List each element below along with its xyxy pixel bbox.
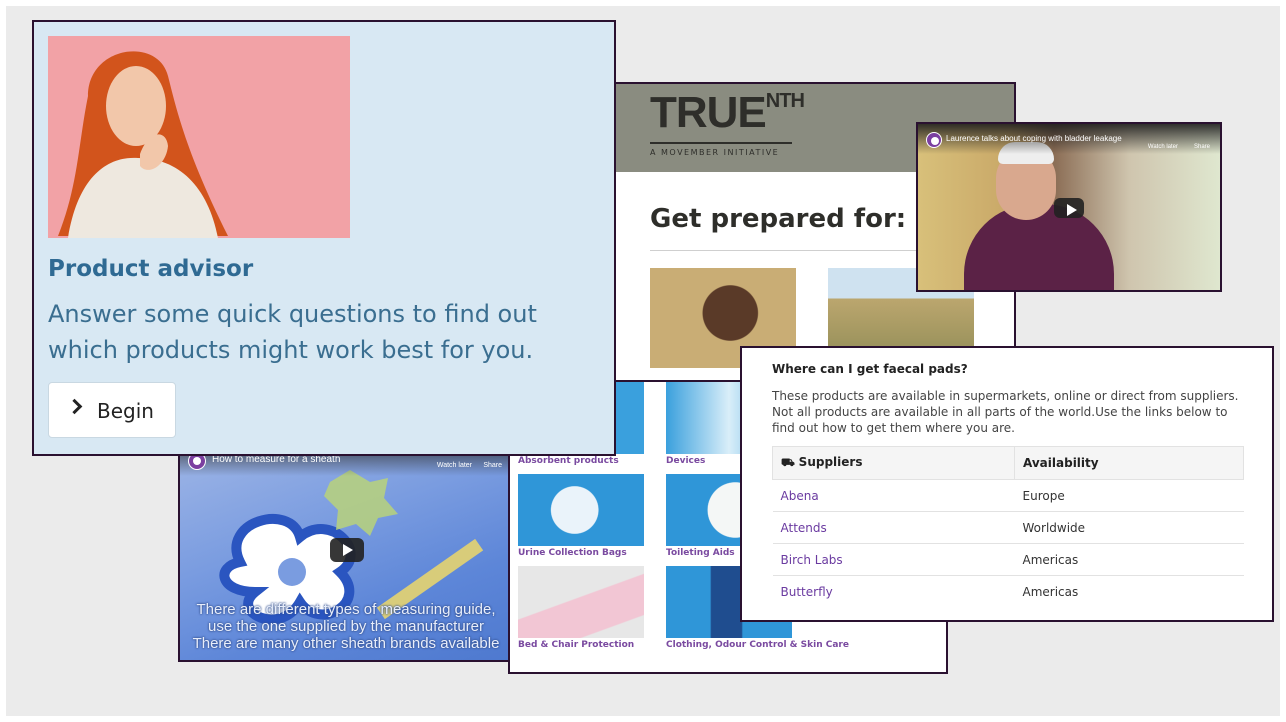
availability-cell: Americas: [1014, 575, 1244, 607]
supplier-link-attends[interactable]: Attends: [772, 511, 1015, 544]
availability-column-header: Availability: [1014, 446, 1244, 480]
laurence-video-titlebar: Laurence talks about coping with bladder…: [918, 124, 1220, 154]
begin-button[interactable]: Begin: [48, 382, 176, 438]
watch-later-label[interactable]: Watch later: [1148, 144, 1178, 150]
truenth-tagline: A MOVEMBER INITIATIVE: [650, 148, 780, 157]
category-bed-chair-protection[interactable]: Bed & Chair Protection: [518, 566, 644, 651]
category-label[interactable]: Bed & Chair Protection: [518, 640, 644, 651]
begin-button-label[interactable]: Begin: [97, 399, 154, 423]
category-image: [518, 474, 644, 546]
channel-avatar-icon[interactable]: [926, 132, 942, 148]
advisor-title: Product advisor: [48, 256, 254, 282]
availability-cell: Americas: [1014, 543, 1244, 576]
truenth-logo[interactable]: TRUENTH: [650, 88, 805, 138]
product-advisor-card: Product advisor Answer some quick questi…: [32, 20, 616, 456]
faecal-pads-panel: Where can I get faecal pads? These produ…: [740, 346, 1274, 622]
table-row: Attends Worldwide: [772, 511, 1244, 544]
laurence-video-title[interactable]: Laurence talks about coping with bladder…: [946, 134, 1122, 143]
category-label[interactable]: Absorbent products: [518, 456, 644, 467]
video-caption: There are different types of measuring g…: [180, 601, 512, 652]
supplier-link-abena[interactable]: Abena: [772, 479, 1015, 512]
logo-rule: [650, 142, 792, 144]
pads-paragraph: These products are available in supermar…: [772, 389, 1239, 435]
category-label[interactable]: Urine Collection Bags: [518, 548, 644, 559]
chevron-right-icon: [66, 398, 83, 415]
table-row: Abena Europe: [772, 479, 1244, 512]
truck-icon: ⛟: [781, 456, 799, 469]
truenth-heading: Get prepared for:: [650, 204, 907, 234]
laurence-video[interactable]: Laurence talks about coping with bladder…: [916, 122, 1222, 292]
availability-cell: Worldwide: [1014, 511, 1244, 544]
table-row: Birch Labs Americas: [772, 543, 1244, 576]
table-row: Butterfly Americas: [772, 575, 1244, 607]
category-urine-collection-bags[interactable]: Urine Collection Bags: [518, 474, 644, 559]
sheath-video[interactable]: How to measure for a sheath Watch later …: [178, 440, 514, 662]
caption-line: use the one supplied by the manufacturer: [207, 618, 484, 635]
supplier-link-butterfly[interactable]: Butterfly: [772, 575, 1015, 607]
supplier-link-birch-labs[interactable]: Birch Labs: [772, 543, 1015, 576]
pads-question: Where can I get faecal pads?: [772, 362, 968, 376]
watch-later-label[interactable]: Watch later: [437, 462, 472, 469]
advisor-description: Answer some quick questions to find out …: [48, 300, 537, 364]
share-label[interactable]: Share: [483, 462, 502, 469]
suppliers-column-header: ⛟ Suppliers: [772, 446, 1015, 480]
thinking-woman-illustration: [58, 51, 228, 238]
availability-cell: Europe: [1014, 479, 1244, 512]
play-icon[interactable]: [330, 538, 364, 562]
caption-line: There are different types of measuring g…: [196, 601, 496, 618]
thinking-woman-image: [48, 36, 350, 238]
share-label[interactable]: Share: [1194, 144, 1210, 150]
play-icon[interactable]: [1054, 198, 1084, 218]
suppliers-table: ⛟ Suppliers Availability Abena Europe At…: [772, 446, 1244, 607]
category-label[interactable]: Clothing, Odour Control & Skin Care: [666, 640, 849, 651]
category-image: [518, 566, 644, 638]
table-header-row: ⛟ Suppliers Availability: [772, 446, 1244, 480]
caption-line: There are many other sheath brands avail…: [192, 635, 500, 652]
